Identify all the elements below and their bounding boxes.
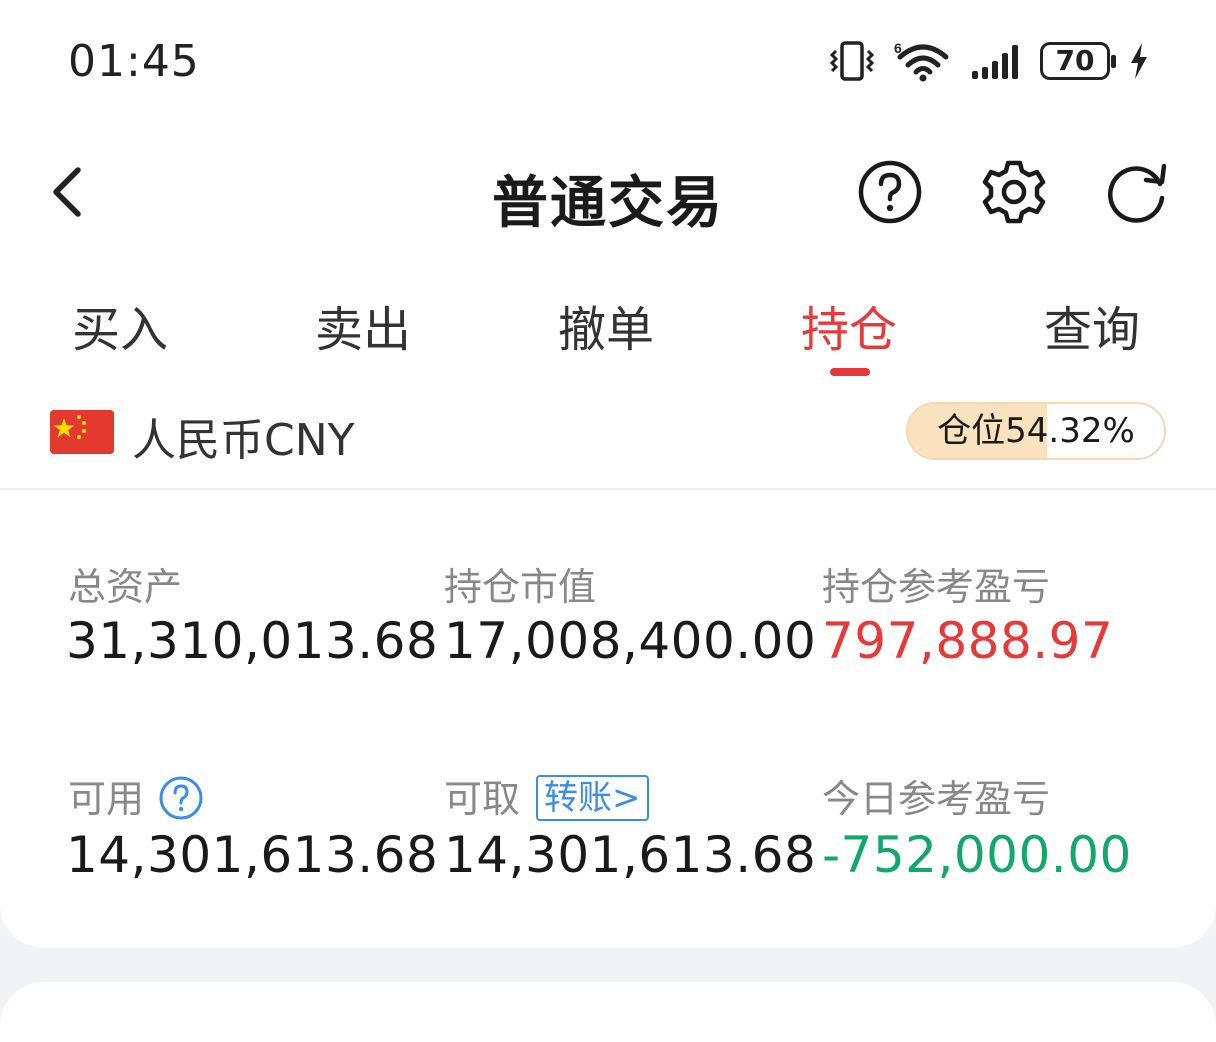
today-pnl-label: 今日参考盈亏: [822, 777, 1051, 821]
vibrate-icon: [829, 41, 875, 81]
position-pnl-label: 持仓参考盈亏: [822, 565, 1051, 609]
available-label-row: 可用: [68, 768, 204, 825]
total-assets-label: 总资产: [68, 565, 183, 609]
refresh-button[interactable]: [1104, 158, 1172, 226]
position-ratio-badge: 仓位54.32%: [906, 402, 1166, 460]
settings-button[interactable]: [980, 158, 1048, 226]
withdrawable-label: 可取: [444, 777, 521, 821]
tab-positions[interactable]: 持仓: [769, 290, 929, 360]
wifi-icon: 6: [894, 40, 949, 82]
withdrawable-value: 14,301,613.68: [444, 826, 817, 884]
position-pnl-value: 797,888.97: [822, 612, 1114, 670]
tab-query[interactable]: 查询: [1012, 290, 1172, 360]
total-assets-value: 31,310,013.68: [66, 612, 439, 670]
position-ratio-label: 仓位54.32%: [937, 411, 1135, 451]
question-circle-icon: [858, 160, 922, 224]
withdrawable-label-row: 可取 转账>: [444, 768, 649, 825]
available-value: 14,301,613.68: [66, 826, 439, 884]
transfer-button[interactable]: 转账>: [536, 774, 649, 821]
signal-icon: [972, 45, 1018, 79]
today-pnl-value: -752,000.00: [822, 826, 1132, 884]
gear-icon: [982, 160, 1046, 224]
market-value-value: 17,008,400.00: [444, 612, 817, 670]
charging-icon: [1131, 43, 1147, 79]
divider: [0, 488, 1216, 490]
available-label: 可用: [68, 777, 145, 821]
market-value-label: 持仓市值: [444, 565, 597, 609]
status-icons: 6 70: [828, 38, 1150, 84]
refresh-icon: [1107, 163, 1167, 223]
help-button[interactable]: [856, 158, 924, 226]
tab-sell[interactable]: 卖出: [283, 290, 443, 360]
secondary-card: [0, 982, 1216, 1042]
status-time: 01:45: [68, 36, 200, 87]
currency-label[interactable]: 人民币CNY: [132, 404, 355, 468]
available-help-icon[interactable]: [158, 775, 204, 821]
tab-cancel[interactable]: 撤单: [526, 290, 686, 360]
china-flag-icon: [50, 410, 114, 454]
active-tab-indicator: [830, 368, 870, 376]
tab-buy[interactable]: 买入: [40, 290, 200, 360]
battery-indicator: 70: [1040, 42, 1116, 80]
